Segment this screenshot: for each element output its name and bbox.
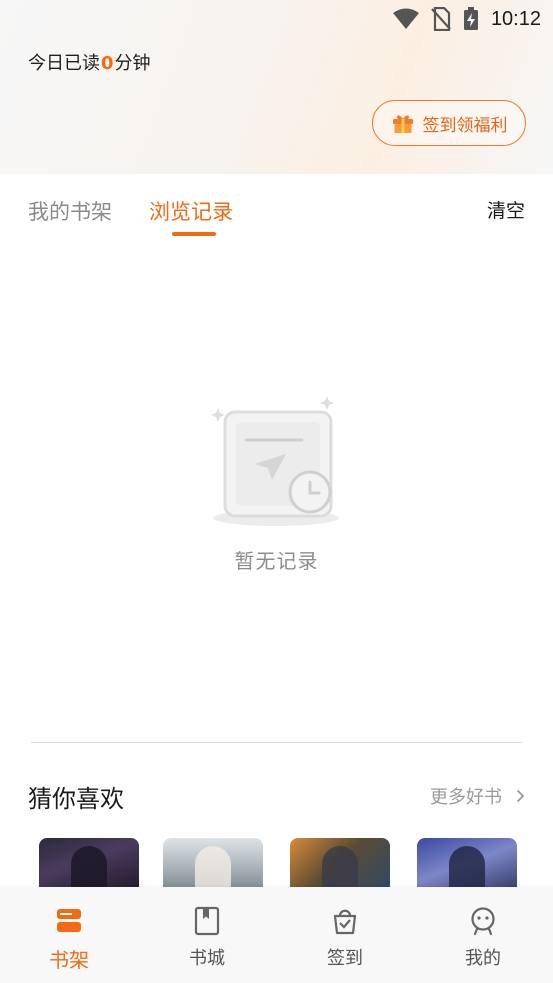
- battery-charging-icon: [463, 7, 478, 30]
- nav-label: 我的: [465, 948, 501, 969]
- book-icon: [194, 906, 220, 936]
- bottom-navigation: 书架 书城 签到 我的: [0, 887, 553, 983]
- active-tab-indicator: [172, 232, 216, 236]
- empty-history-illustration: [211, 396, 339, 526]
- profile-face-icon: [471, 907, 495, 936]
- reading-time-prefix: 今日已读: [28, 53, 100, 74]
- nav-item-bookshelf[interactable]: 书架: [0, 887, 138, 983]
- wifi-icon: [392, 8, 419, 29]
- clear-history-button[interactable]: 清空: [487, 196, 525, 223]
- bookshelf-icon: [57, 909, 81, 932]
- section-divider: [31, 742, 522, 743]
- recommend-section-title: 猜你喜欢: [28, 785, 124, 813]
- tab-browse-history[interactable]: 浏览记录: [149, 196, 233, 226]
- nav-item-mine[interactable]: 我的: [414, 887, 552, 983]
- tab-my-bookshelf[interactable]: 我的书架: [28, 196, 112, 226]
- nav-item-checkin[interactable]: 签到: [276, 887, 414, 983]
- chevron-right-icon: [516, 789, 525, 803]
- more-books-label: 更多好书: [430, 787, 502, 808]
- reading-time-suffix: 分钟: [114, 53, 151, 74]
- status-bar: 10:12: [392, 0, 553, 38]
- nav-label: 书架: [49, 948, 89, 972]
- gift-icon: [392, 115, 413, 133]
- nav-label: 书城: [189, 948, 225, 969]
- nav-item-bookstore[interactable]: 书城: [138, 887, 276, 983]
- nav-label: 签到: [327, 948, 363, 969]
- header-area: 10:12 今日已读 0 分钟 签到领福利: [0, 0, 553, 174]
- empty-state-text: 暂无记录: [234, 549, 319, 573]
- sign-in-label: 签到领福利: [422, 115, 508, 136]
- reading-time-today: 今日已读 0 分钟: [28, 49, 151, 75]
- shelf-tabs: 我的书架 浏览记录 清空: [0, 174, 553, 242]
- more-books-link[interactable]: 更多好书: [430, 783, 525, 809]
- no-sim-icon: [431, 7, 451, 31]
- reading-minutes-value: 0: [101, 53, 114, 74]
- checkin-bag-icon: [333, 909, 357, 935]
- status-time: 10:12: [490, 7, 541, 30]
- sign-in-rewards-button[interactable]: 签到领福利: [372, 100, 526, 146]
